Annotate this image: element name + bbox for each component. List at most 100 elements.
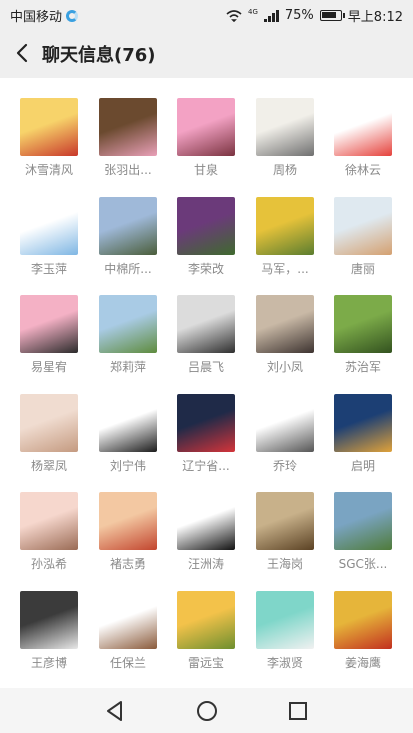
member-name: 吕晨飞	[187, 360, 224, 374]
avatar	[334, 393, 392, 452]
member-name: 褚志勇	[109, 557, 146, 571]
avatar	[256, 196, 314, 255]
avatar	[20, 492, 78, 550]
member-name: 汪洲涛	[187, 557, 224, 571]
page-title: 聊天信息(76)	[42, 45, 156, 66]
avatar	[256, 295, 314, 353]
member-item[interactable]: 郑莉萍	[88, 295, 168, 393]
avatar	[99, 492, 157, 550]
member-grid: 沐雪清风 张羽出... 甘泉 周杨 徐林云李玉萍 中棉所... 李荣改 马军，... 唐丽易星宥…	[0, 78, 413, 688]
avatar	[334, 295, 392, 353]
member-item[interactable]: 中棉所...	[88, 196, 168, 295]
nav-back-button[interactable]	[102, 698, 128, 724]
avatar	[20, 393, 78, 452]
signal-icon	[263, 9, 279, 22]
avatar	[177, 98, 235, 156]
member-item[interactable]: 王彦博	[9, 590, 89, 689]
nav-home-button[interactable]	[194, 698, 220, 724]
member-item[interactable]: 汪洲涛	[166, 492, 246, 590]
member-name: 任保兰	[109, 655, 146, 670]
avatar	[334, 590, 392, 649]
avatar	[99, 98, 157, 156]
avatar	[99, 393, 157, 452]
member-name: 乔玲	[272, 458, 297, 473]
avatar	[256, 393, 314, 452]
member-name: 王海岗	[266, 557, 303, 571]
avatar	[20, 98, 78, 156]
back-button[interactable]	[10, 40, 36, 66]
member-name: 张羽出...	[104, 163, 152, 177]
member-item[interactable]: 易星宥	[9, 295, 89, 393]
member-name: 周杨	[272, 163, 297, 177]
member-item[interactable]: 李玉萍	[9, 196, 89, 295]
nav-back-triangle-icon	[107, 701, 122, 721]
member-item[interactable]: 周杨	[245, 98, 325, 196]
clock: 早上8:12	[347, 10, 403, 25]
member-name: 启明	[350, 458, 375, 473]
member-item[interactable]: 苏治军	[323, 295, 403, 393]
avatar	[256, 590, 314, 649]
member-name: 刘宁伟	[109, 458, 146, 473]
member-item[interactable]: 乔玲	[245, 393, 325, 492]
member-item[interactable]: 刘小凤	[245, 295, 325, 393]
carrier-group: 中国移动	[10, 6, 79, 25]
member-name: SGC张...	[338, 557, 388, 571]
member-name: 辽宁省...	[182, 458, 230, 473]
member-item[interactable]: 甘泉	[166, 98, 246, 196]
avatar	[177, 492, 235, 550]
avatar	[334, 492, 392, 550]
nav-recents-square-icon	[289, 702, 307, 720]
member-name: 中棉所...	[104, 261, 152, 276]
member-item[interactable]: 王海岗	[245, 492, 325, 590]
member-item[interactable]: 杨翠凤	[9, 393, 89, 492]
avatar	[20, 196, 78, 255]
member-name: 易星宥	[30, 360, 67, 374]
member-name: 孙泓希	[30, 557, 67, 571]
member-name: 杨翠凤	[30, 458, 67, 473]
battery-icon	[319, 10, 345, 21]
member-item[interactable]: 启明	[323, 393, 403, 492]
member-item[interactable]: SGC张...	[323, 492, 403, 590]
title-bar: 聊天信息(76)	[0, 28, 413, 78]
member-item[interactable]: 李荣改	[166, 196, 246, 295]
member-item[interactable]: 辽宁省...	[166, 393, 246, 492]
member-name: 马军，...	[261, 261, 309, 276]
member-item[interactable]: 褚志勇	[88, 492, 168, 590]
member-item[interactable]: 姜海鹰	[323, 590, 403, 689]
nav-recents-button[interactable]	[285, 698, 311, 724]
member-name: 甘泉	[193, 163, 218, 177]
status-bar: 中国移动 4G 75% 早上8:12	[0, 0, 413, 28]
avatar	[99, 295, 157, 353]
member-item[interactable]: 雷远宝	[166, 590, 246, 689]
member-name: 王彦博	[30, 655, 67, 670]
network-type: 4G	[248, 7, 258, 16]
member-item[interactable]: 李淑贤	[245, 590, 325, 689]
member-item[interactable]: 吕晨飞	[166, 295, 246, 393]
member-name: 徐林云	[344, 163, 381, 177]
avatar	[334, 98, 392, 156]
avatar	[177, 196, 235, 255]
nav-home-circle-icon	[197, 701, 217, 721]
member-item[interactable]: 唐丽	[323, 196, 403, 295]
member-name: 姜海鹰	[344, 655, 381, 670]
avatar	[20, 590, 78, 649]
avatar	[99, 196, 157, 255]
status-right: 4G 75% 早上8:12	[226, 6, 403, 25]
avatar	[177, 393, 235, 452]
member-name: 李荣改	[187, 261, 224, 276]
member-item[interactable]: 沐雪清风	[9, 98, 89, 196]
avatar	[20, 295, 78, 353]
member-name: 刘小凤	[266, 360, 303, 374]
member-name: 唐丽	[350, 261, 375, 276]
wifi-icon	[226, 9, 242, 22]
avatar	[99, 590, 157, 649]
avatar	[256, 492, 314, 550]
member-item[interactable]: 徐林云	[323, 98, 403, 196]
member-item[interactable]: 张羽出...	[88, 98, 168, 196]
member-item[interactable]: 刘宁伟	[88, 393, 168, 492]
member-item[interactable]: 任保兰	[88, 590, 168, 689]
member-item[interactable]: 马军，...	[245, 196, 325, 295]
carrier-name: 中国移动	[10, 10, 63, 25]
avatar	[177, 590, 235, 649]
member-item[interactable]: 孙泓希	[9, 492, 89, 590]
